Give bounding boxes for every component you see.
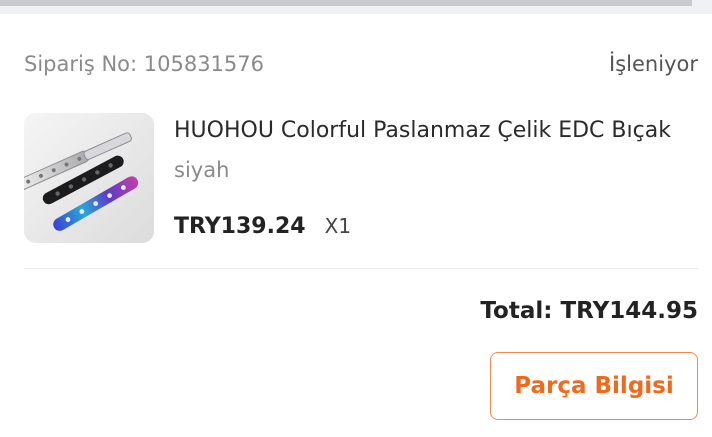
price-row: TRY139.24 X1: [174, 214, 351, 239]
product-quantity: X1: [324, 214, 352, 238]
product-price: TRY139.24: [174, 214, 306, 239]
order-number: Sipariş No: 105831576: [24, 52, 265, 76]
order-card[interactable]: Sipariş No: 105831576 İşleniyor HUOHOU C…: [0, 14, 712, 437]
product-variant: siyah: [174, 158, 230, 182]
parts-info-button[interactable]: Parça Bilgisi: [490, 352, 698, 420]
divider: [24, 268, 698, 269]
order-status: İşleniyor: [609, 52, 698, 76]
order-total: Total: TRY144.95: [480, 298, 698, 324]
top-progress-bar: [0, 0, 692, 6]
product-title[interactable]: HUOHOU Colorful Paslanmaz Çelik EDC Bıça…: [174, 118, 698, 143]
top-strip: [0, 0, 712, 14]
butterfly-knife-icon: [24, 113, 154, 243]
product-image[interactable]: [24, 113, 154, 243]
